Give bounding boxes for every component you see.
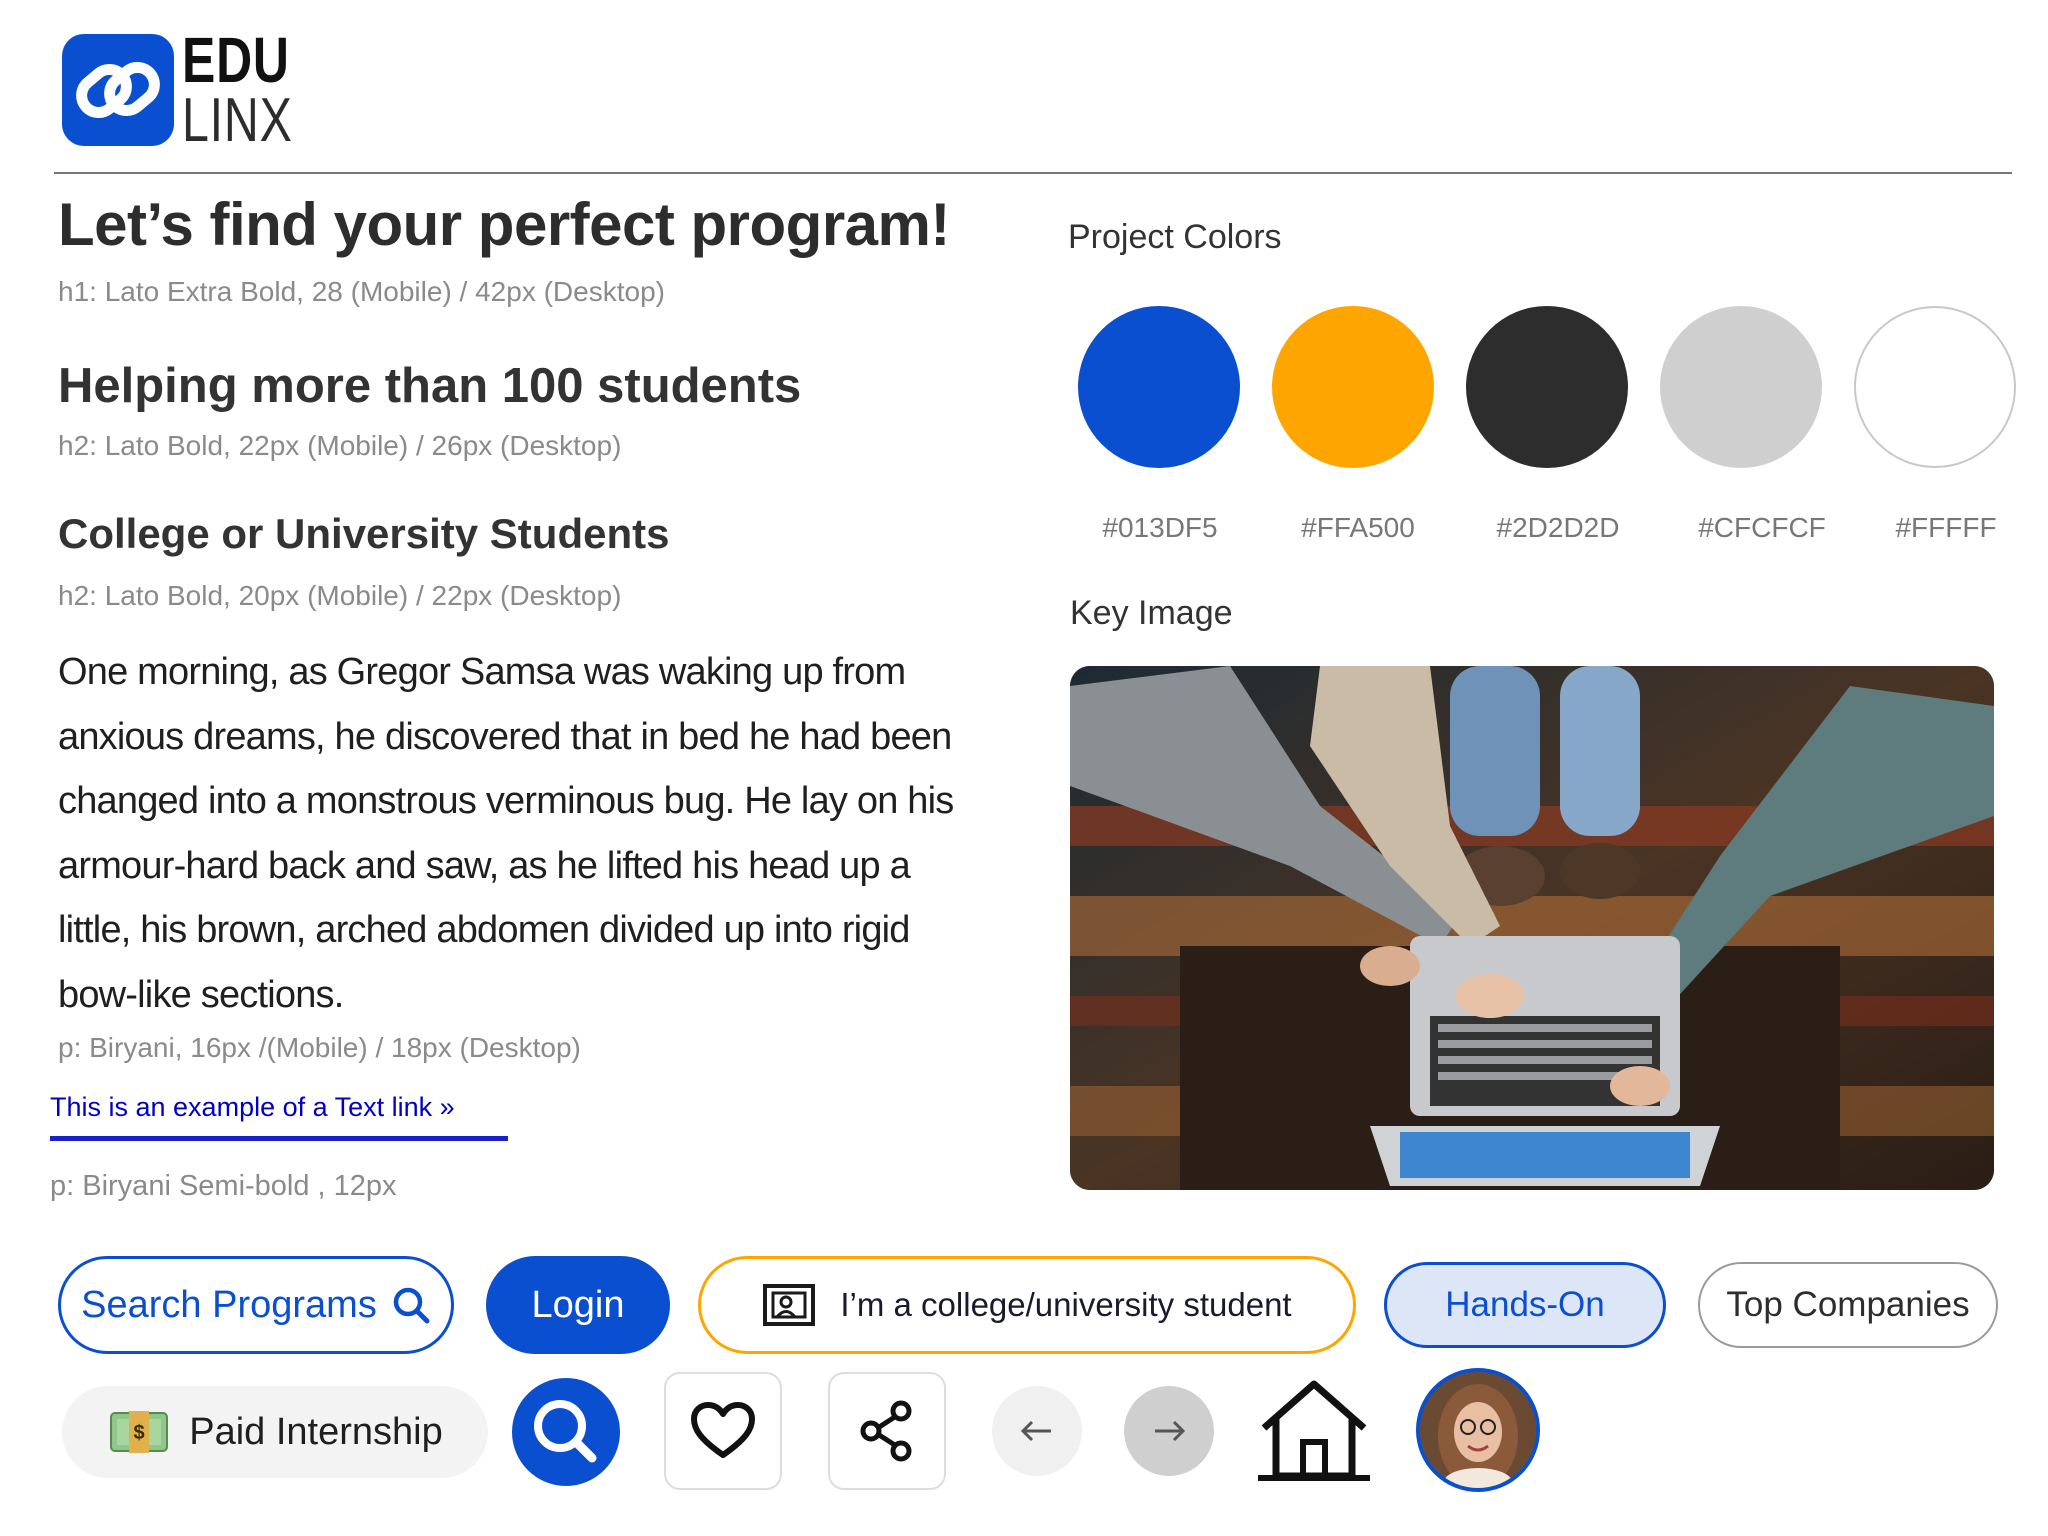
paragraph-sample: One morning, as Gregor Samsa was waking … [58,651,954,1016]
h1-spec-note: h1: Lato Extra Bold, 28 (Mobile) / 42px … [58,276,665,307]
text-link-sample[interactable]: This is an example of a Text link » [50,1092,455,1123]
key-image-title: Key Image [1070,594,1233,632]
search-icon [534,1400,597,1463]
share-icon [860,1400,912,1462]
h1-sample: Let’s find your perfect program! [58,191,950,258]
swatch-dark [1466,306,1628,468]
h2-spec-note: h2: Lato Bold, 22px (Mobile) / 26px (Des… [58,430,622,461]
h2-sample: Helping more than 100 students [58,359,802,413]
hex-label-orange: #FFA500 [1301,512,1415,543]
project-colors-title: Project Colors [1068,218,1282,256]
heart-icon [691,1402,755,1458]
hands-on-chip[interactable]: Hands-On [1384,1262,1666,1348]
home-icon [1258,1380,1370,1481]
next-button[interactable] [1124,1386,1214,1476]
h3-spec-note: h2: Lato Bold, 20px (Mobile) / 22px (Des… [58,580,622,611]
paid-internship-chip[interactable]: $ Paid Internship [62,1386,488,1478]
arrow-right-icon [1155,1420,1186,1442]
search-programs-button[interactable]: Search Programs [58,1256,454,1354]
favorite-button[interactable] [664,1372,782,1490]
arrow-left-icon [1020,1420,1051,1442]
avatar[interactable] [1416,1368,1540,1492]
home-button[interactable] [1258,1378,1370,1484]
hex-label-dark: #2D2D2D [1496,512,1620,543]
previous-button[interactable] [992,1386,1082,1476]
login-button[interactable]: Login [486,1256,670,1354]
swatch-orange [1272,306,1434,468]
student-type-label: I’m a college/university student [840,1286,1292,1323]
link-logo-icon [76,62,160,118]
logo-edu: EDU [182,24,290,96]
top-companies-chip[interactable]: Top Companies [1698,1262,1998,1348]
logo-mark [62,34,174,146]
logo-text: EDU LINX [182,28,324,152]
swatch-white [1854,306,2016,468]
money-icon: $ [110,1411,169,1453]
logo-linx: LINX [182,86,293,155]
hex-label-white: #FFFFF [1895,512,1997,543]
search-icon [393,1287,430,1324]
login-label: Login [531,1283,625,1326]
paragraph-spec-note: p: Biryani, 16px /(Mobile) / 18px (Deskt… [58,1032,581,1063]
swatch-gray [1660,306,1822,468]
students-laptop-illustration [1070,666,1994,1190]
text-link-spec-note: p: Biryani Semi-bold , 12px [50,1170,397,1202]
hex-label-blue: #013DF5 [1102,512,1218,543]
text-link-underline [50,1136,508,1141]
hex-label-gray: #CFCFCF [1698,512,1826,543]
paid-internship-label: Paid Internship [189,1410,443,1453]
hands-on-label: Hands-On [1445,1285,1605,1324]
avatar-photo [1420,1372,1536,1488]
student-type-button[interactable]: I’m a college/university student [698,1256,1356,1354]
top-companies-label: Top Companies [1726,1285,1970,1324]
share-button[interactable] [828,1372,946,1490]
key-image-photo [1070,666,1994,1190]
search-round-button[interactable] [512,1378,620,1486]
search-programs-label: Search Programs [81,1283,377,1326]
h3-sample: College or University Students [58,510,670,557]
presentation-board-icon [763,1284,816,1326]
swatch-blue [1078,306,1240,468]
header-divider [54,172,2012,174]
svg-text:$: $ [134,1422,145,1444]
